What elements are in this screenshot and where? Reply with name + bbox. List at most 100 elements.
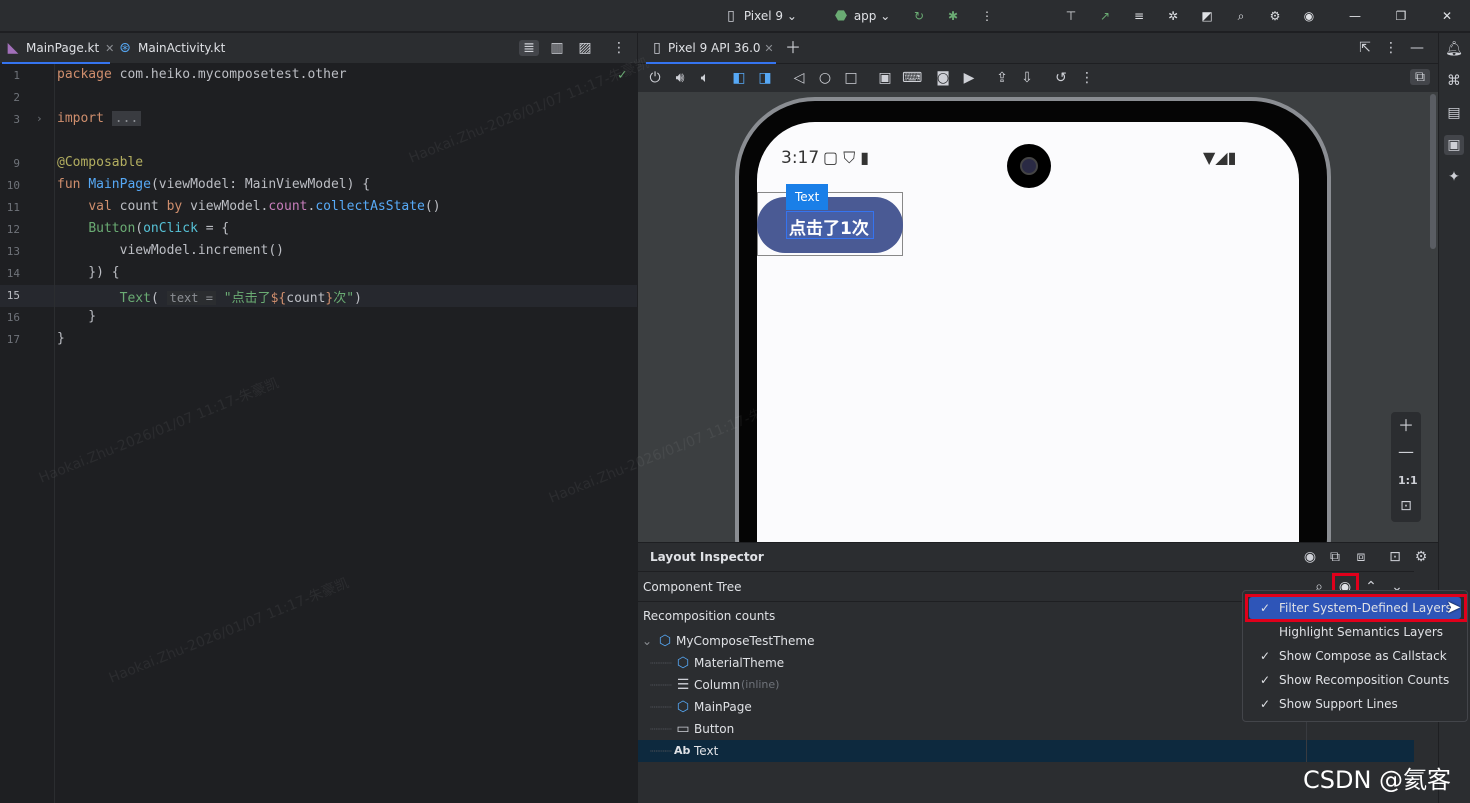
close-tab-icon[interactable]: ✕ bbox=[105, 42, 114, 55]
menu-item-support-lines[interactable]: ✓ Show Support Lines bbox=[1249, 693, 1461, 715]
line-number: 13 bbox=[6, 245, 20, 258]
export-icon[interactable]: ⧈ bbox=[1352, 549, 1370, 565]
divider bbox=[638, 571, 1414, 572]
more-icon[interactable]: ⋮ bbox=[1382, 40, 1400, 56]
volume-up-icon[interactable]: 🔊︎ bbox=[671, 70, 689, 86]
hide-icon[interactable]: — bbox=[1408, 40, 1426, 56]
profiler-icon[interactable]: ⊤ bbox=[1062, 8, 1080, 24]
zoom-out-icon[interactable]: — bbox=[1397, 444, 1415, 460]
line-number: 3 bbox=[13, 113, 20, 126]
upload-icon[interactable]: ⇪ bbox=[993, 70, 1011, 86]
emulator-view[interactable]: 3:17 ▢ ⛉ ▮ ▼◢▮ 点击了1次 Text ＋ — 1:1 ⊡ bbox=[638, 92, 1438, 542]
sync-icon[interactable]: ≡ bbox=[1130, 8, 1148, 24]
open-window-icon[interactable]: ⇱ bbox=[1356, 40, 1374, 56]
code-line-12: Button(onClick = { bbox=[88, 221, 230, 236]
add-device-icon[interactable]: ＋ bbox=[784, 40, 802, 56]
more-icon[interactable]: ⋮ bbox=[1078, 70, 1096, 86]
snapshot-icon[interactable]: ⧉ bbox=[1326, 549, 1344, 565]
camera-cutout bbox=[1007, 144, 1051, 188]
code-editor[interactable]: 1 2 3 9 10 11 12 13 14 15 16 17 › ✓ pack… bbox=[0, 64, 637, 803]
gutter-divider bbox=[54, 64, 55, 803]
overview-icon[interactable]: □ bbox=[842, 70, 860, 86]
running-devices-icon[interactable]: ▣ bbox=[1444, 135, 1464, 155]
eye-icon[interactable]: ◉ bbox=[1301, 549, 1319, 565]
debug-icon[interactable]: ✱ bbox=[944, 8, 962, 24]
fold-icon[interactable]: ▣ bbox=[876, 70, 894, 86]
apply-changes-icon[interactable]: ↗ bbox=[1096, 8, 1114, 24]
zoom-controls: ＋ — 1:1 ⊡ bbox=[1391, 412, 1421, 522]
menu-label: Filter System-Defined Layers bbox=[1279, 601, 1452, 615]
account-icon[interactable]: ◉ bbox=[1300, 8, 1318, 24]
tab-device[interactable]: ▯ Pixel 9 API 36.0 ✕ bbox=[646, 33, 776, 64]
device-toolbar: ⏻ 🔊︎ 🔈︎ ◧ ◨ ◁ ○ □ ▣ ⌨ ◙ ▶ ⇪ ⇩ ↺ ⋮ ⧉ bbox=[638, 64, 1438, 92]
title-bar: ▯ Pixel 9 ⌄ ⬣ app ⌄ ↻ ✱ ⋮ ⊤ ↗ ≡ ✲ ◩ ⌕ ⚙ … bbox=[0, 0, 1470, 32]
zoom-fit-icon[interactable]: ⊡ bbox=[1397, 498, 1415, 514]
status-time: 3:17 bbox=[781, 148, 820, 168]
device-file-icon[interactable]: ▤ bbox=[1445, 105, 1463, 121]
volume-down-icon[interactable]: 🔈︎ bbox=[696, 70, 714, 86]
tree-label: MaterialTheme bbox=[694, 656, 785, 670]
device-icon: ▯ bbox=[727, 8, 735, 24]
search-icon[interactable]: ⌕ bbox=[1232, 8, 1250, 24]
menu-item-recomposition-counts[interactable]: ✓ Show Recomposition Counts bbox=[1249, 669, 1461, 691]
menu-item-highlight-semantics[interactable]: Highlight Semantics Layers bbox=[1249, 621, 1461, 643]
maximize-icon[interactable]: ❐ bbox=[1392, 8, 1410, 24]
device-selector[interactable]: ▯ Pixel 9 ⌄ bbox=[722, 8, 797, 24]
zoom-in-icon[interactable]: ＋ bbox=[1397, 418, 1415, 434]
rotate-right-icon[interactable]: ◨ bbox=[756, 70, 774, 86]
run-config-selector[interactable]: ⬣ app ⌄ bbox=[832, 8, 890, 24]
menu-item-filter-system[interactable]: ✓ Filter System-Defined Layers bbox=[1249, 597, 1461, 619]
zoom-actual-size[interactable]: 1:1 bbox=[1398, 474, 1418, 487]
menu-item-compose-callstack[interactable]: ✓ Show Compose as Callstack bbox=[1249, 645, 1461, 667]
tree-guide: ┈┈┈ bbox=[650, 744, 672, 758]
minimize-icon[interactable]: — bbox=[1346, 8, 1364, 24]
home-icon[interactable]: ○ bbox=[816, 70, 834, 86]
layout-inspector-toggle-icon[interactable]: ⧉ bbox=[1410, 69, 1430, 85]
tab-mainactivity[interactable]: ⊛ MainActivity.kt bbox=[114, 33, 234, 64]
more-icon[interactable]: ⋮ bbox=[610, 40, 628, 56]
notifications-icon[interactable]: 🔔︎ bbox=[1445, 41, 1463, 57]
download-icon[interactable]: ⇩ bbox=[1018, 70, 1036, 86]
tree-guide: ┈┈┈ bbox=[650, 700, 672, 714]
compose-icon: ⬡ bbox=[658, 633, 672, 649]
back-icon[interactable]: ◁ bbox=[790, 70, 808, 86]
button-text: 点击了1次 bbox=[789, 219, 869, 239]
close-tab-icon[interactable]: ✕ bbox=[764, 42, 773, 55]
button-icon: ▭ bbox=[676, 721, 690, 737]
tab-mainpage[interactable]: ◣ MainPage.kt ✕ bbox=[2, 33, 114, 64]
rerun-icon[interactable]: ↻ bbox=[910, 8, 928, 24]
rotate-left-icon[interactable]: ◧ bbox=[730, 70, 748, 86]
more-icon[interactable]: ⋮ bbox=[978, 8, 996, 24]
settings-icon[interactable]: ⚙ bbox=[1412, 549, 1430, 565]
tree-row-selected[interactable]: ┈┈┈ Ab Text bbox=[638, 740, 1414, 762]
device-manager-icon[interactable]: ◩ bbox=[1198, 8, 1216, 24]
code-view-icon[interactable]: ≣ bbox=[519, 40, 539, 56]
fold-chevron-icon[interactable]: › bbox=[36, 112, 43, 125]
screenshot-icon[interactable]: ◙ bbox=[934, 70, 952, 86]
compose-icon: ⬡ bbox=[676, 699, 690, 715]
overlay-icon[interactable]: ⊡ bbox=[1386, 549, 1404, 565]
code-line-16: } bbox=[57, 309, 97, 324]
camera-lens bbox=[1020, 157, 1038, 175]
settings-icon[interactable]: ⚙ bbox=[1266, 8, 1284, 24]
gradle-icon[interactable]: ⌘ bbox=[1445, 73, 1463, 89]
emulator-scrollbar[interactable] bbox=[1430, 94, 1436, 249]
code-line-11: val count by viewModel.count.collectAsSt… bbox=[88, 199, 441, 214]
expand-chevron-icon[interactable]: ⌄ bbox=[642, 630, 652, 652]
code-line-9: @Composable bbox=[57, 155, 144, 170]
split-view-icon[interactable]: ▥ bbox=[548, 40, 566, 56]
gemini-icon[interactable]: ✦ bbox=[1445, 169, 1463, 185]
keyboard-icon[interactable]: ⌨ bbox=[902, 70, 922, 86]
bug-icon[interactable]: ✲ bbox=[1164, 8, 1182, 24]
phone-icon: ▯ bbox=[653, 40, 661, 56]
record-icon[interactable]: ▶ bbox=[960, 70, 978, 86]
reset-icon[interactable]: ↺ bbox=[1052, 70, 1070, 86]
line-number: 11 bbox=[6, 201, 20, 214]
line-number: 1 bbox=[13, 69, 20, 82]
column-icon: ☰ bbox=[676, 677, 690, 693]
power-icon[interactable]: ⏻ bbox=[646, 70, 664, 86]
kotlin-class-icon: ⊛ bbox=[119, 40, 131, 56]
close-icon[interactable]: ✕ bbox=[1438, 8, 1456, 24]
design-view-icon[interactable]: ▨ bbox=[576, 40, 594, 56]
code-line-3: import ... bbox=[57, 111, 142, 126]
